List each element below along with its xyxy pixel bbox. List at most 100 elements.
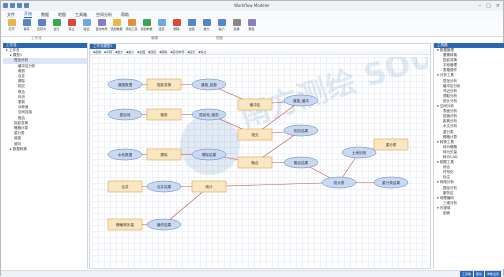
menu-item[interactable]: 帮助 xyxy=(121,12,129,18)
ribbon-button-label: 另存为 xyxy=(36,27,46,31)
ribbon-button[interactable]: 打开 xyxy=(5,19,18,35)
ribbon-button[interactable]: 属性 xyxy=(245,19,258,35)
ribbon-button[interactable]: 放大 xyxy=(200,19,213,35)
ribbon-button[interactable]: 添加参数 xyxy=(140,19,153,35)
ribbon-button[interactable]: 选择 xyxy=(230,19,243,35)
tool-node[interactable]: 裁剪 xyxy=(146,108,182,121)
tool-icon xyxy=(142,19,151,26)
bottom-tabs: 工具箱 属性 参数设置 xyxy=(459,271,501,277)
data-node[interactable]: 土地利用 xyxy=(341,146,377,159)
canvas-tool[interactable]: ▪选择 xyxy=(93,50,101,54)
data-node[interactable]: 道路_投影 xyxy=(191,78,227,91)
tool-node[interactable]: 栅格转矢量 xyxy=(107,218,143,231)
ribbon-button-label: 连接 xyxy=(158,27,165,31)
canvas-tool[interactable]: ▪放大 xyxy=(115,50,123,54)
ribbon-button-label: 运行 xyxy=(53,27,60,31)
tool-node[interactable]: 相交 xyxy=(237,128,273,141)
menu-item[interactable]: 工具箱 xyxy=(75,12,87,18)
ribbon-button[interactable]: 验证 xyxy=(80,19,93,35)
node-label: 栅格转矢量 xyxy=(116,222,134,227)
canvas-tool[interactable]: ▪全图 xyxy=(137,50,145,54)
canvas-tool[interactable]: ▪连接 xyxy=(148,50,156,54)
canvas-tool[interactable]: ▪停止 xyxy=(198,50,206,54)
model-canvas[interactable]: 南方测绘 SOUTH SURVEY 道路数据 投影变换 道路_投影缓冲区 道路_缓冲居… xyxy=(92,0,504,267)
tool-node[interactable]: 擦除 xyxy=(146,148,182,161)
tool-icon xyxy=(157,19,166,26)
workflow-diagram: 南方测绘 SOUTH SURVEY 道路数据 投影变换 道路_投影缓冲区 道路_缓冲居… xyxy=(107,0,504,231)
data-node[interactable]: 重分类结果 xyxy=(373,176,409,189)
toolbox-tree: ▾ 数据管理 要素转换 投影变换 字段管理 表格操作 ▾ 分析工具 叠加分析 缓冲区分析 邻近分… xyxy=(434,48,504,216)
node-label: 相交结果 xyxy=(294,128,309,133)
tool-node[interactable]: 投影变换 xyxy=(146,78,182,91)
data-node[interactable]: 融合结果 xyxy=(283,156,319,169)
tool-node[interactable]: 缓冲区 xyxy=(237,98,273,111)
ribbon-button-label: 保存 xyxy=(23,27,30,31)
ribbon-button-label: 自动布局 xyxy=(95,27,108,31)
data-node[interactable]: 相交结果 xyxy=(283,124,319,137)
tool-node[interactable]: 统计 xyxy=(191,180,227,193)
node-label: 水系数据 xyxy=(118,152,133,157)
data-node[interactable]: 道路数据 xyxy=(107,78,143,91)
bottom-tab[interactable]: 参数设置 xyxy=(484,271,501,277)
close-icon[interactable]: × xyxy=(496,3,500,9)
tool-node[interactable]: 融合 xyxy=(237,156,273,169)
ribbon-button-label: 打开 xyxy=(8,27,15,31)
node-label: 道路_投影 xyxy=(201,82,218,87)
tool-node[interactable]: 重分类 xyxy=(373,138,409,151)
menu-item[interactable]: 空间分析 xyxy=(96,12,112,18)
data-node[interactable]: 统计表 xyxy=(321,176,357,189)
node-label: 最终结果 xyxy=(157,222,172,227)
menu-bar: 文件 开始 数据 地图 工具箱 空间分析 帮助 xyxy=(1,11,503,18)
ribbon-button[interactable]: 删除 xyxy=(170,19,183,35)
tool-icon xyxy=(127,19,136,26)
data-node[interactable]: 最终结果 xyxy=(146,218,182,231)
canvas-tool[interactable]: ▪缩小 xyxy=(126,50,134,54)
tool-node[interactable]: 合并 xyxy=(107,180,143,193)
ribbon-button[interactable]: 缩小 xyxy=(215,19,228,35)
bottom-tab[interactable]: 属性 xyxy=(473,271,484,277)
canvas-tool[interactable]: ▪自动布局 xyxy=(170,50,184,54)
ribbon-button[interactable]: 连接 xyxy=(155,19,168,35)
node-label: 相交 xyxy=(251,132,259,137)
ribbon-button[interactable]: 另存为 xyxy=(35,19,48,35)
ribbon-group-label: 编辑 xyxy=(151,36,158,40)
ribbon-button[interactable]: 保存 xyxy=(20,19,33,35)
tree-item[interactable]: ▸ 数据转换 xyxy=(3,147,87,152)
tool-icon xyxy=(82,19,91,26)
ribbon-button[interactable]: 添加数据 xyxy=(110,19,123,35)
ribbon-button[interactable]: 运行 xyxy=(50,19,63,35)
ribbon-button[interactable]: 自动布局 xyxy=(95,19,108,35)
tool-icon xyxy=(202,19,211,26)
canvas-tool[interactable]: ▪删除 xyxy=(159,50,167,54)
ribbon-button[interactable]: 全图 xyxy=(185,19,198,35)
data-node[interactable]: 居民地_裁剪 xyxy=(191,108,227,121)
canvas-tool[interactable]: ▪平移 xyxy=(104,50,112,54)
data-node[interactable]: 合并结果 xyxy=(146,180,182,193)
minimize-icon[interactable]: – xyxy=(479,3,482,9)
tool-icon xyxy=(247,19,256,26)
canvas-toolbar: ▪选择 ▪平移 ▪放大 ▪缩小 ▪全图 ▪连接 ▪删除 ▪自动布局 ▪运行 ▪停止 xyxy=(90,49,430,55)
workflow-panel: 工作流 ▸ 工作流 ▸ 模型1 叠加分析 缓冲区分析 裁剪 合并 擦除 相交 联合 标识 更新 对称差… xyxy=(3,43,88,269)
ribbon-group-label: 视图 xyxy=(216,36,223,40)
menu-item[interactable]: 开始 xyxy=(24,11,32,18)
connector-line[interactable] xyxy=(208,182,340,187)
maximize-icon[interactable]: □ xyxy=(486,3,491,9)
menu-item[interactable]: 地图 xyxy=(58,12,66,18)
ribbon-button[interactable]: 停止 xyxy=(65,19,78,35)
data-node[interactable]: 水系数据 xyxy=(107,148,143,161)
data-node[interactable]: 道路_缓冲 xyxy=(283,94,319,107)
data-node[interactable]: 擦除结果 xyxy=(191,148,227,161)
tool-icon xyxy=(217,19,226,26)
node-label: 融合结果 xyxy=(294,160,309,165)
ribbon-button-label: 添加参数 xyxy=(140,27,153,31)
canvas-tool[interactable]: ▪运行 xyxy=(187,50,195,54)
menu-item[interactable]: 文件 xyxy=(7,12,15,18)
ribbon-button-label: 全图 xyxy=(188,27,195,31)
menu-item[interactable]: 数据 xyxy=(41,12,49,18)
toolbox-item[interactable]: 剖面 xyxy=(434,211,504,216)
bottom-tab[interactable]: 工具箱 xyxy=(459,271,473,277)
data-node[interactable]: 居民地 xyxy=(107,108,143,121)
node-label: 合并结果 xyxy=(157,184,172,189)
node-label: 居民地 xyxy=(120,112,131,117)
ribbon-button[interactable]: 添加工具 xyxy=(125,19,138,35)
